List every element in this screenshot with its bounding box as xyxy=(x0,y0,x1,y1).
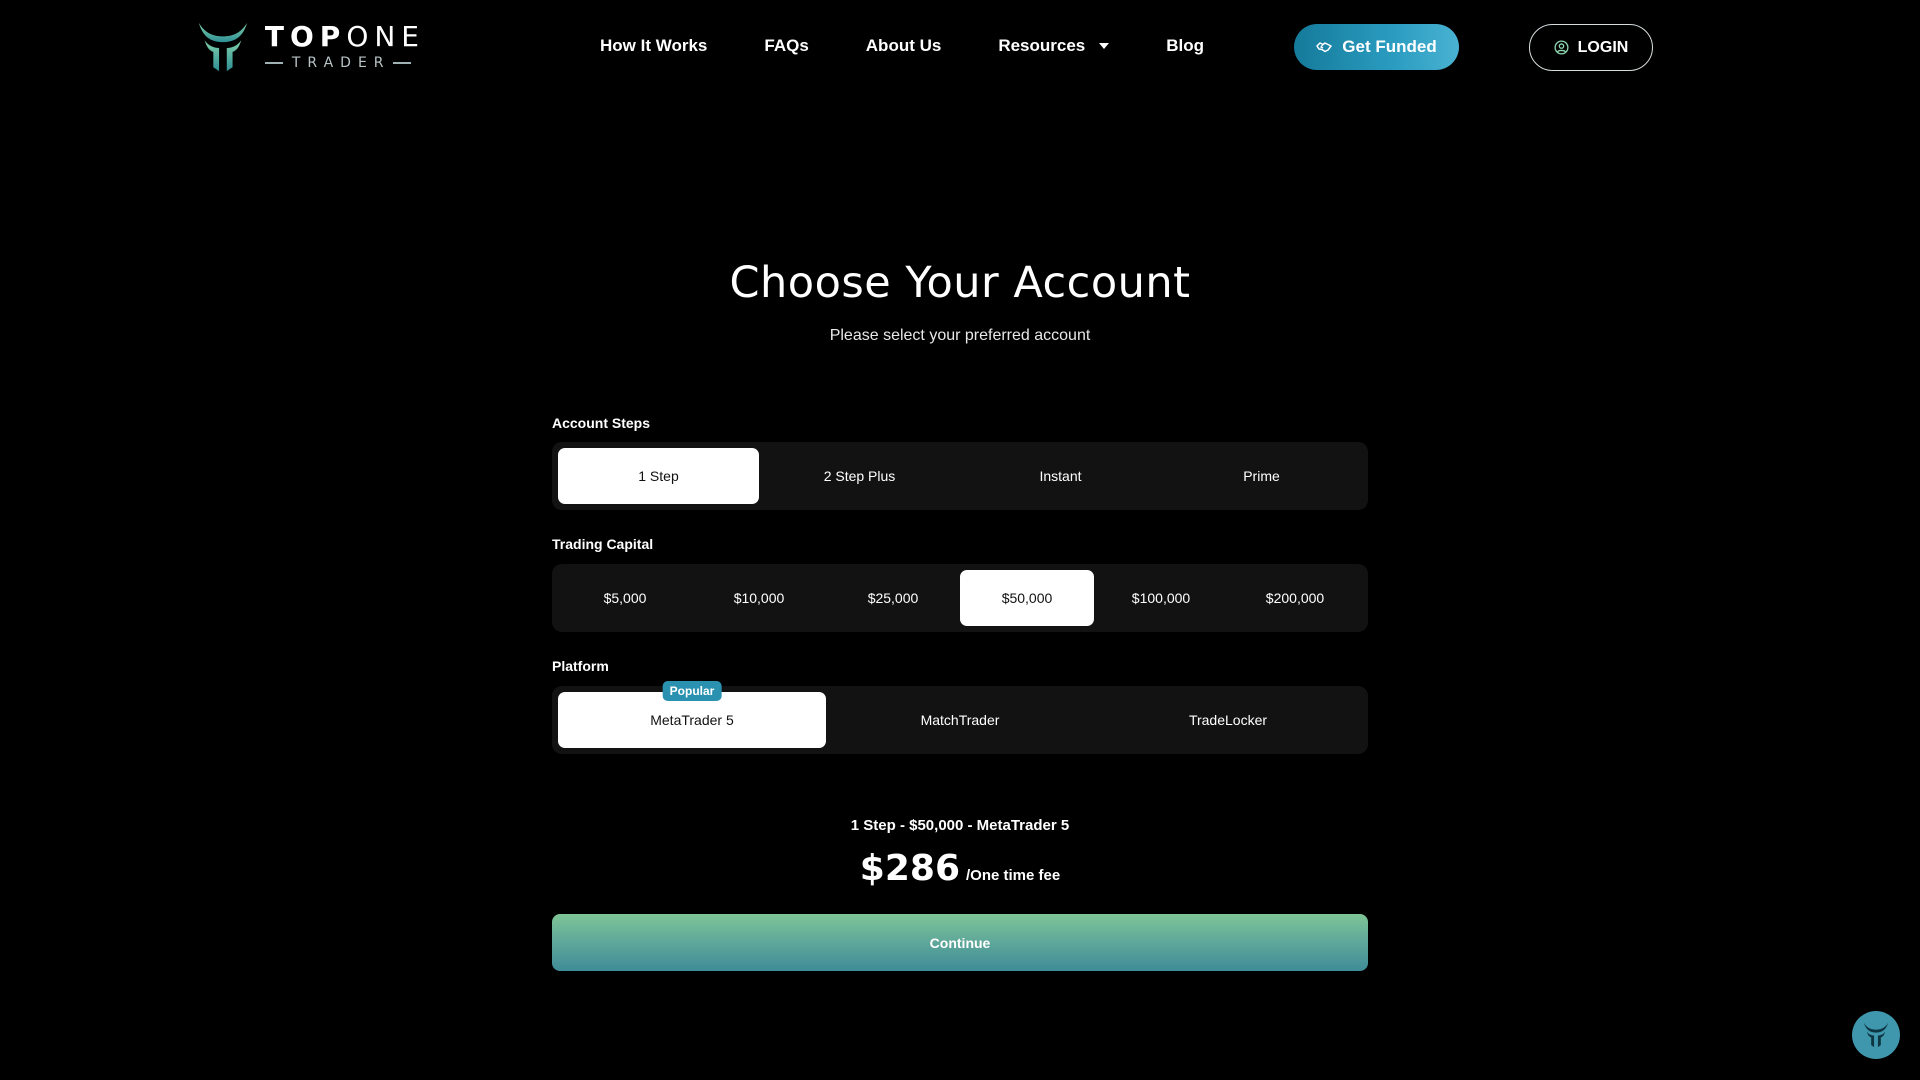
platform-option-label: MatchTrader xyxy=(920,712,1000,728)
capital-option-5000[interactable]: $5,000 xyxy=(558,570,692,626)
capital-option-50000[interactable]: $50,000 xyxy=(960,570,1094,626)
brand-name-bold: TOP xyxy=(264,20,347,53)
caret-down-icon xyxy=(1099,43,1110,49)
platform-option-label: TradeLocker xyxy=(1188,712,1268,728)
brand-tagline-text: TRADER xyxy=(291,55,391,71)
brand-name: TOPONE xyxy=(265,22,425,52)
brand-name-regular: ONE xyxy=(346,20,425,53)
nav-faqs-label: FAQs xyxy=(764,36,809,55)
account-step-option-instant[interactable]: Instant xyxy=(960,448,1161,504)
capital-option-label: $25,000 xyxy=(867,590,919,606)
capital-option-200000[interactable]: $200,000 xyxy=(1228,570,1362,626)
platform-option-tradelocker[interactable]: TradeLocker xyxy=(1094,692,1362,748)
capital-option-label: $50,000 xyxy=(1001,590,1053,606)
capital-option-label: $10,000 xyxy=(733,590,785,606)
platform-label: Platform xyxy=(552,658,609,674)
capital-option-100000[interactable]: $100,000 xyxy=(1094,570,1228,626)
login-label: LOGIN xyxy=(1577,38,1629,56)
chat-launcher-button[interactable] xyxy=(1852,1011,1900,1059)
brand-logo[interactable]: TOPONE TRADER xyxy=(195,18,425,76)
handshake-icon xyxy=(1316,42,1333,53)
brand-tagline: TRADER xyxy=(264,54,425,72)
platform-option-metatrader-5[interactable]: Popular MetaTrader 5 xyxy=(558,681,826,748)
trading-capital-label: Trading Capital xyxy=(552,536,654,552)
tagline-dash-right xyxy=(392,62,411,64)
account-step-option-2-step-plus[interactable]: 2 Step Plus xyxy=(759,448,960,504)
brand-logo-icon xyxy=(198,22,248,72)
account-step-option-1-step[interactable]: 1 Step xyxy=(558,448,759,504)
user-circle-icon xyxy=(1554,40,1569,55)
platform-selector: Popular MetaTrader 5 MatchTrader TradeLo… xyxy=(552,681,1368,754)
account-steps-label: Account Steps xyxy=(552,415,651,431)
get-funded-label: Get Funded xyxy=(1342,37,1437,56)
price-note: /One time fee xyxy=(966,867,1061,884)
main-nav: How It Works FAQs About Us Resources Blo… xyxy=(600,33,1261,59)
page-title: Choose Your Account xyxy=(729,258,1191,308)
price-row: $286 /One time fee xyxy=(0,848,1920,889)
capital-option-label: $100,000 xyxy=(1131,590,1191,606)
account-step-option-label: 1 Step xyxy=(638,468,679,484)
account-step-option-label: 2 Step Plus xyxy=(823,468,896,484)
page-subtitle: Please select your preferred account xyxy=(829,327,1091,344)
popular-badge: Popular xyxy=(662,681,722,701)
site-header: TOPONE TRADER How It Works FAQs About Us… xyxy=(0,0,1920,94)
nav-how-it-works-label: How It Works xyxy=(600,36,708,55)
get-funded-button[interactable]: Get Funded xyxy=(1294,24,1459,70)
nav-how-it-works[interactable]: How It Works xyxy=(600,36,707,56)
nav-blog[interactable]: Blog xyxy=(1166,36,1204,56)
nav-resources[interactable]: Resources xyxy=(998,36,1110,56)
platform-option-label: MetaTrader 5 xyxy=(650,712,734,728)
selection-summary: 1 Step - $50,000 - MetaTrader 5 xyxy=(850,817,1070,834)
price-value: $286 xyxy=(859,848,960,889)
platform-option-matchtrader[interactable]: MatchTrader xyxy=(826,692,1094,748)
nav-resources-label: Resources xyxy=(998,36,1086,55)
login-button[interactable]: LOGIN xyxy=(1529,24,1653,71)
account-step-option-label: Instant xyxy=(1039,468,1082,484)
account-step-option-prime[interactable]: Prime xyxy=(1161,448,1362,504)
tagline-dash-left xyxy=(264,62,283,64)
brand-wordmark: TOPONE TRADER xyxy=(264,22,425,72)
nav-faqs[interactable]: FAQs xyxy=(764,36,808,56)
nav-about-us-label: About Us xyxy=(865,36,942,55)
trading-capital-selector: $5,000 $10,000 $25,000 $50,000 $100,000 … xyxy=(552,564,1368,632)
account-step-option-label: Prime xyxy=(1243,468,1280,484)
capital-option-10000[interactable]: $10,000 xyxy=(692,570,826,626)
nav-about-us[interactable]: About Us xyxy=(866,36,942,56)
capital-option-label: $5,000 xyxy=(603,590,647,606)
continue-button[interactable]: Continue xyxy=(552,914,1368,971)
account-steps-selector: 1 Step 2 Step Plus Instant Prime xyxy=(552,442,1368,510)
chat-logo-icon xyxy=(1863,1022,1889,1048)
capital-option-25000[interactable]: $25,000 xyxy=(826,570,960,626)
nav-blog-label: Blog xyxy=(1166,36,1205,55)
capital-option-label: $200,000 xyxy=(1265,590,1325,606)
